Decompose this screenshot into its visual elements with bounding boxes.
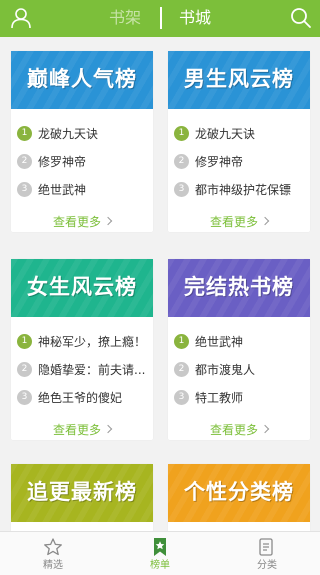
book-title[interactable]: 绝世武神	[195, 333, 243, 350]
list-item[interactable]: 2 修罗神帝	[168, 147, 310, 175]
view-more-label: 查看更多	[209, 214, 258, 229]
star-outline-icon	[44, 538, 62, 556]
book-title[interactable]: 龙破九天诀	[195, 125, 255, 142]
nav-item-ranking[interactable]: 榜单	[107, 532, 213, 575]
view-more-link[interactable]: 查看更多	[11, 203, 153, 239]
list-item[interactable]: 1 绝世武神	[168, 327, 310, 355]
book-title[interactable]: 神秘军少，撩上瘾！	[38, 333, 146, 350]
tab-divider	[160, 7, 162, 29]
book-title[interactable]: 隐婚挚爱：前夫请...	[38, 361, 145, 378]
list-item[interactable]: 2 修罗神帝	[11, 147, 153, 175]
book-title[interactable]: 修罗神帝	[195, 153, 243, 170]
book-title[interactable]: 特工教师	[195, 389, 243, 406]
book-title[interactable]: 都市渡鬼人	[195, 361, 255, 378]
list-item[interactable]: 1 龙破九天诀	[168, 119, 310, 147]
card-title: 个性分类榜	[184, 480, 294, 504]
tab-bookshelf[interactable]: 书架	[109, 8, 141, 28]
view-more-label: 查看更多	[52, 422, 101, 437]
ranking-list-area[interactable]: 巅峰人气榜 1 龙破九天诀 2 修罗神帝 3 绝世武神 查看更多 男生风云榜 1…	[0, 37, 320, 531]
card-banner[interactable]: 完结热书榜	[168, 259, 310, 317]
card-banner[interactable]: 个性分类榜	[168, 464, 310, 522]
rank-badge: 1	[17, 333, 32, 349]
view-more-label: 查看更多	[52, 214, 101, 229]
category-document-icon	[259, 538, 273, 556]
nav-label: 精选	[43, 560, 63, 571]
rank-badge: 3	[17, 181, 32, 197]
book-title[interactable]: 都市神级护花保镖	[195, 181, 291, 198]
list-item[interactable]: 3 都市神级护花保镖	[168, 175, 310, 203]
nav-label: 分类	[257, 560, 277, 571]
card-title: 完结热书榜	[184, 275, 294, 299]
chevron-right-icon	[103, 424, 113, 434]
rank-badge: 2	[174, 361, 189, 377]
chevron-right-icon	[260, 424, 270, 434]
ranking-bookmark-icon	[154, 538, 166, 556]
card-banner[interactable]: 巅峰人气榜	[11, 51, 153, 109]
rank-badge: 2	[174, 153, 189, 169]
book-title[interactable]: 修罗神帝	[38, 153, 86, 170]
ranking-card-peak-popularity[interactable]: 巅峰人气榜 1 龙破九天诀 2 修罗神帝 3 绝世武神 查看更多	[11, 51, 153, 232]
rank-badge: 3	[174, 389, 189, 405]
list-item[interactable]: 3 绝世武神	[11, 175, 153, 203]
ranking-card-latest-update[interactable]: 追更最新榜	[11, 464, 153, 531]
rank-badge: 3	[174, 181, 189, 197]
rank-badge: 2	[17, 361, 32, 377]
view-more-link[interactable]: 查看更多	[11, 411, 153, 447]
card-title: 巅峰人气榜	[27, 67, 137, 91]
view-more-link[interactable]: 查看更多	[168, 203, 310, 239]
top-bar: 书架 书城	[0, 0, 320, 37]
search-icon[interactable]	[290, 7, 312, 29]
rank-badge: 3	[17, 389, 32, 405]
list-item[interactable]: 3 特工教师	[168, 383, 310, 411]
card-banner[interactable]: 男生风云榜	[168, 51, 310, 109]
nav-item-category[interactable]: 分类	[214, 532, 320, 575]
book-list: 1 龙破九天诀 2 修罗神帝 3 绝世武神	[11, 109, 153, 203]
rank-badge: 2	[17, 153, 32, 169]
list-item[interactable]: 1 神秘军少，撩上瘾！	[11, 327, 153, 355]
list-item[interactable]: 1 龙破九天诀	[11, 119, 153, 147]
list-item[interactable]: 2 都市渡鬼人	[168, 355, 310, 383]
card-title: 男生风云榜	[184, 67, 294, 91]
chevron-right-icon	[260, 216, 270, 226]
card-banner[interactable]: 女生风云榜	[11, 259, 153, 317]
book-list: 1 龙破九天诀 2 修罗神帝 3 都市神级护花保镖	[168, 109, 310, 203]
rank-badge: 1	[174, 333, 189, 349]
book-title[interactable]: 龙破九天诀	[38, 125, 98, 142]
ranking-card-completed[interactable]: 完结热书榜 1 绝世武神 2 都市渡鬼人 3 特工教师 查看更多	[168, 259, 310, 440]
rank-badge: 1	[17, 125, 32, 141]
book-title[interactable]: 绝色王爷的傻妃	[38, 389, 122, 406]
view-more-label: 查看更多	[209, 422, 258, 437]
rank-badge: 1	[174, 125, 189, 141]
list-item[interactable]: 2 隐婚挚爱：前夫请...	[11, 355, 153, 383]
list-item[interactable]: 3 绝色王爷的傻妃	[11, 383, 153, 411]
card-title: 女生风云榜	[27, 275, 137, 299]
nav-label: 榜单	[150, 560, 170, 571]
ranking-card-category[interactable]: 个性分类榜	[168, 464, 310, 531]
book-title[interactable]: 绝世武神	[38, 181, 86, 198]
ranking-card-female[interactable]: 女生风云榜 1 神秘军少，撩上瘾！ 2 隐婚挚爱：前夫请... 3 绝色王爷的傻…	[11, 259, 153, 440]
book-list: 1 绝世武神 2 都市渡鬼人 3 特工教师	[168, 317, 310, 411]
bottom-nav: 精选 榜单 分类	[0, 531, 320, 575]
ranking-card-male[interactable]: 男生风云榜 1 龙破九天诀 2 修罗神帝 3 都市神级护花保镖 查看更多	[168, 51, 310, 232]
book-list: 1 神秘军少，撩上瘾！ 2 隐婚挚爱：前夫请... 3 绝色王爷的傻妃	[11, 317, 153, 411]
chevron-right-icon	[103, 216, 113, 226]
card-banner[interactable]: 追更最新榜	[11, 464, 153, 522]
card-title: 追更最新榜	[27, 480, 137, 504]
nav-item-featured[interactable]: 精选	[0, 532, 106, 575]
view-more-link[interactable]: 查看更多	[168, 411, 310, 447]
user-icon[interactable]	[10, 7, 32, 29]
tab-bookstore[interactable]: 书城	[179, 8, 211, 28]
